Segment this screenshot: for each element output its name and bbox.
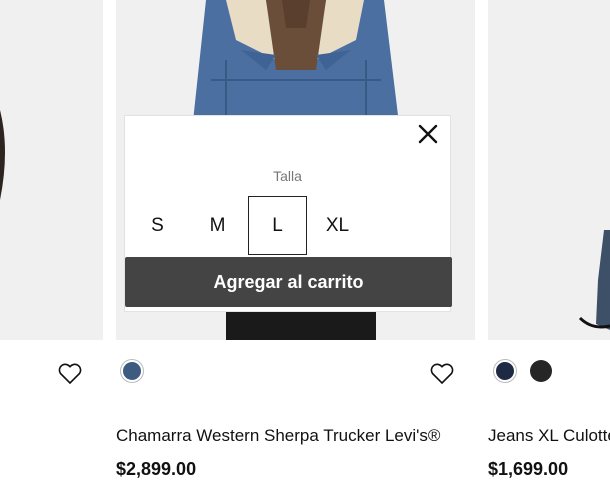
model-photo-left — [0, 110, 5, 200]
color-swatch-blue[interactable] — [121, 360, 143, 382]
model-photo-right — [578, 230, 610, 330]
heart-icon[interactable] — [57, 362, 83, 386]
size-option-m[interactable]: M — [188, 196, 247, 255]
product-image-right[interactable] — [488, 0, 610, 340]
heart-icon[interactable] — [429, 362, 455, 386]
product-name[interactable]: Jeans XL Culotte — [488, 426, 610, 446]
size-option-l[interactable]: L — [248, 196, 307, 255]
size-title: Talla — [273, 168, 302, 184]
close-icon[interactable] — [416, 122, 440, 146]
size-option-xl[interactable]: XL — [308, 196, 367, 255]
size-selector-popup: Talla S M L XL Agregar al carrito — [124, 115, 452, 312]
size-option-s[interactable]: S — [128, 196, 187, 255]
color-swatch-navy[interactable] — [494, 360, 516, 382]
color-swatch-black[interactable] — [530, 360, 552, 382]
add-to-cart-button[interactable]: Agregar al carrito — [125, 257, 452, 307]
product-price: $2,899.00 — [116, 459, 197, 479]
product-price: $1,699.00 — [488, 459, 569, 479]
product-name[interactable]: Chamarra Western Sherpa Trucker Levi's® — [116, 426, 440, 446]
product-image-left[interactable] — [0, 0, 103, 340]
